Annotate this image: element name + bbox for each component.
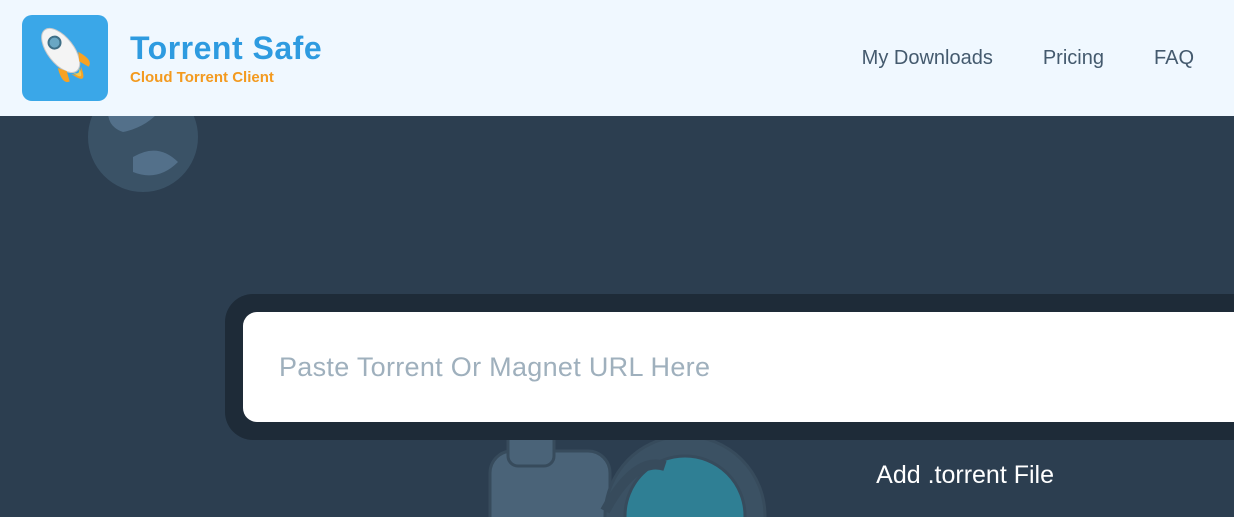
- nav-my-downloads[interactable]: My Downloads: [862, 47, 993, 70]
- torrent-url-input[interactable]: [243, 312, 1234, 422]
- nav-faq[interactable]: FAQ: [1154, 47, 1194, 70]
- brand-tagline: Cloud Torrent Client: [130, 69, 322, 86]
- add-torrent-file-link[interactable]: Add .torrent File: [876, 461, 1054, 490]
- brand-logo[interactable]: [22, 15, 108, 101]
- header-bar: Torrent Safe Cloud Torrent Client My Dow…: [0, 0, 1234, 116]
- brand-title: Torrent Safe: [130, 30, 322, 67]
- url-input-panel: [225, 294, 1234, 440]
- hero-section: Add .torrent File: [0, 116, 1234, 517]
- header-nav: My Downloads Pricing FAQ: [862, 47, 1194, 70]
- brand-text: Torrent Safe Cloud Torrent Client: [130, 30, 322, 86]
- rocket-icon: [31, 19, 99, 98]
- nav-pricing[interactable]: Pricing: [1043, 47, 1104, 70]
- globe-icon: [78, 116, 208, 202]
